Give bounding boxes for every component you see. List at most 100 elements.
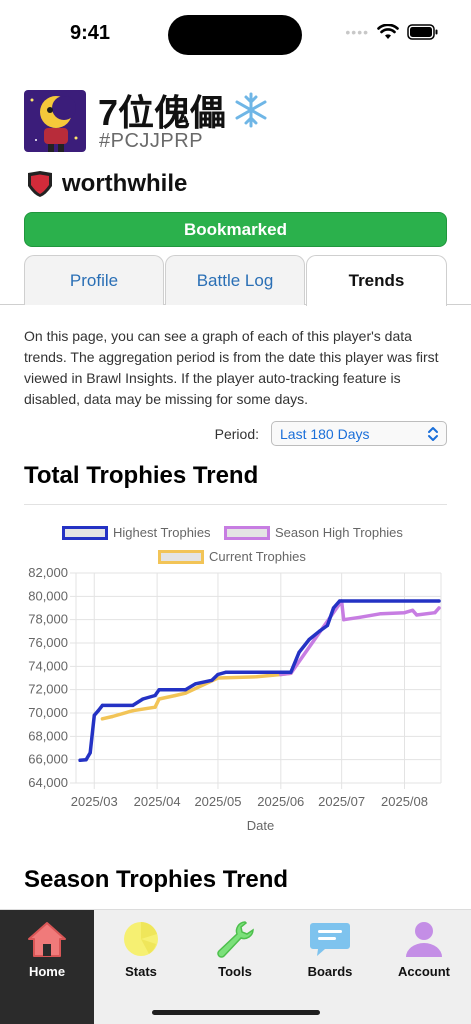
series-line-season-high-trophies: [279, 599, 441, 677]
page-description: On this page, you can see a graph of eac…: [24, 328, 439, 407]
data-point: [279, 670, 283, 674]
x-tick-label: 2025/05: [194, 794, 241, 809]
data-point: [378, 612, 382, 616]
total-trophies-chart: Highest Trophies Season High Trophies Cu…: [0, 515, 471, 840]
data-point: [216, 672, 220, 677]
season-trophies-title: Season Trophies Trend: [24, 866, 289, 893]
data-point: [224, 670, 228, 674]
data-point: [183, 691, 188, 695]
data-point: [415, 613, 419, 617]
series-line-current-trophies: [100, 671, 293, 721]
data-point: [437, 606, 441, 610]
data-point: [92, 713, 96, 717]
nav-stats[interactable]: Stats: [94, 910, 188, 1024]
data-point: [131, 703, 135, 707]
status-time: 9:41: [70, 22, 111, 44]
data-point: [433, 611, 437, 615]
y-tick-label: 78,000: [28, 612, 68, 627]
tab-bar: Profile Battle Log Trends: [0, 255, 471, 306]
status-icons: ••••: [345, 24, 439, 40]
y-tick-label: 82,000: [28, 565, 68, 580]
data-point: [194, 682, 198, 686]
data-point: [307, 637, 311, 642]
data-point: [84, 758, 88, 762]
signal-dots-icon: ••••: [345, 24, 369, 40]
home-icon: [28, 922, 66, 957]
data-point: [342, 618, 346, 622]
tab-trends[interactable]: Trends: [306, 255, 447, 306]
title-divider: [24, 504, 447, 505]
club-row[interactable]: worthwhile: [24, 170, 187, 198]
wifi-icon: [377, 24, 399, 39]
data-point: [78, 758, 82, 762]
y-tick-label: 70,000: [28, 705, 68, 720]
dynamic-island: [168, 15, 302, 55]
nav-boards[interactable]: Boards: [283, 910, 377, 1024]
data-point: [331, 606, 336, 610]
data-point: [131, 709, 135, 713]
snowflake-icon: [235, 92, 267, 128]
x-axis-label: Date: [247, 818, 274, 833]
nav-tools-label: Tools: [218, 964, 252, 979]
y-tick-label: 72,000: [28, 682, 68, 697]
data-point: [110, 714, 115, 719]
data-point: [411, 608, 415, 612]
data-point: [254, 675, 259, 679]
tab-battle-log[interactable]: Battle Log: [165, 255, 305, 305]
data-point: [141, 697, 145, 701]
club-badge-icon: [28, 171, 52, 197]
x-tick-label: 2025/08: [381, 794, 428, 809]
person-icon: [406, 922, 442, 957]
tab-profile[interactable]: Profile: [24, 255, 164, 305]
nav-tools[interactable]: Tools: [188, 910, 282, 1024]
status-bar: 9:41 ••••: [0, 0, 471, 70]
data-point: [173, 693, 177, 698]
club-name: worthwhile: [62, 170, 188, 197]
data-point: [297, 650, 301, 654]
data-point: [317, 629, 321, 633]
period-row: Period: Last 180 Days: [0, 421, 471, 447]
nav-stats-label: Stats: [125, 964, 157, 979]
y-tick-label: 68,000: [28, 728, 68, 743]
select-chevron-icon: [428, 427, 438, 441]
y-tick-label: 76,000: [28, 635, 68, 650]
data-point: [96, 709, 100, 713]
data-point: [100, 703, 104, 707]
data-point: [100, 717, 104, 721]
battery-icon: [407, 24, 438, 40]
x-tick-label: 2025/07: [318, 794, 365, 809]
y-tick-label: 80,000: [28, 588, 68, 603]
data-point: [437, 599, 441, 603]
player-name-text: 7位傀儡: [98, 92, 227, 133]
y-tick-label: 64,000: [28, 775, 68, 790]
data-point: [338, 599, 342, 603]
bottom-nav: Home Stats Tools Boards Account: [0, 909, 471, 1024]
x-tick-label: 2025/03: [71, 794, 118, 809]
data-point: [88, 751, 92, 755]
data-point: [325, 623, 329, 628]
data-point: [183, 688, 188, 692]
period-select[interactable]: Last 180 Days: [271, 421, 447, 446]
period-value: Last 180 Days: [280, 426, 370, 442]
data-point: [210, 678, 214, 682]
data-point: [289, 670, 293, 674]
data-point: [402, 611, 407, 615]
trend-chart-svg: 82,000 80,000 78,000 76,000 74,000 72,000 70,0…: [28, 565, 442, 833]
player-tag: #PCJJPRP: [99, 130, 204, 152]
bookmark-button[interactable]: Bookmarked: [24, 212, 447, 247]
y-tick-label: 74,000: [28, 658, 68, 673]
nav-home[interactable]: Home: [0, 910, 94, 1024]
data-point: [358, 615, 362, 619]
data-point: [153, 693, 157, 698]
nav-account[interactable]: Account: [377, 910, 471, 1024]
home-indicator: [152, 1010, 320, 1015]
period-label: Period:: [214, 426, 259, 442]
nav-boards-label: Boards: [307, 964, 353, 979]
nav-account-label: Account: [398, 964, 450, 979]
wrench-icon: [217, 921, 254, 958]
pie-chart-icon: [124, 922, 158, 956]
nav-home-label: Home: [28, 964, 66, 979]
x-tick-label: 2025/06: [257, 794, 304, 809]
chat-bubble-icon: [310, 923, 350, 956]
player-name: 7位傀儡: [98, 84, 270, 136]
